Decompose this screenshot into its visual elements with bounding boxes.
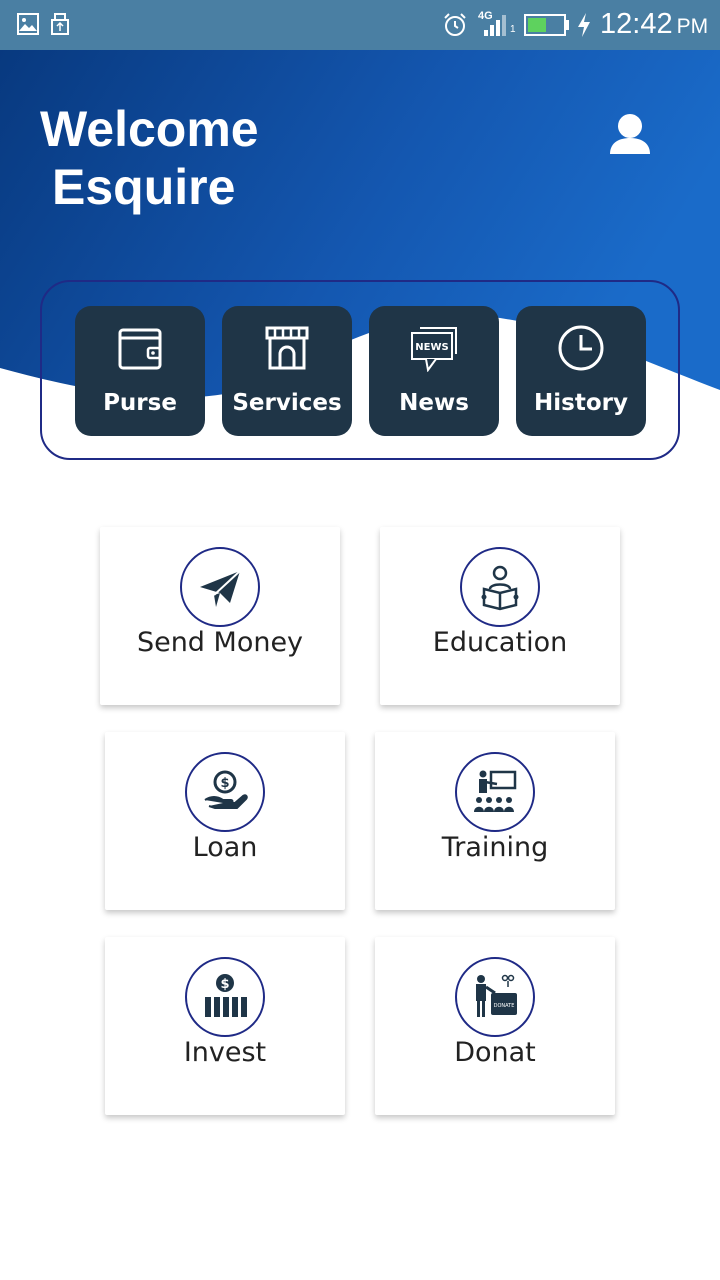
card-icon: [455, 752, 535, 832]
battery-icon: [524, 14, 570, 41]
clock-icon: [558, 325, 604, 371]
tile-label: History: [534, 390, 628, 416]
card-icon: [180, 547, 260, 627]
card-label: Training: [441, 832, 549, 863]
svg-text:$: $: [220, 977, 229, 992]
news-button[interactable]: NEWS News: [369, 306, 499, 436]
invest-card[interactable]: $ Invest: [105, 937, 345, 1115]
news-icon-text: NEWS: [415, 342, 448, 353]
education-card[interactable]: Education: [380, 527, 620, 705]
quick-actions-panel: Purse Services NEWS News History: [40, 280, 680, 460]
usb-icon: [50, 12, 70, 41]
signal-icon: [482, 12, 508, 43]
tile-label: News: [399, 390, 469, 416]
history-button[interactable]: History: [516, 306, 646, 436]
donate-card[interactable]: DONATE Donat: [375, 937, 615, 1115]
card-label: Donat: [454, 1037, 536, 1068]
paper-plane-icon: [200, 570, 241, 607]
card-label: Invest: [183, 1037, 267, 1068]
user-icon: [610, 114, 650, 154]
profile-button[interactable]: [602, 108, 658, 164]
alarm-icon: [442, 12, 468, 43]
welcome-line: Welcome: [40, 101, 259, 157]
training-card[interactable]: Training: [375, 732, 615, 910]
donate-icon: DONATE: [476, 974, 517, 1017]
username: Esquire: [52, 159, 236, 215]
store-icon: [265, 326, 309, 370]
sim-number: 1: [510, 24, 516, 35]
svg-text:$: $: [220, 776, 229, 791]
presentation-icon: [474, 770, 517, 812]
card-icon: $: [185, 957, 265, 1037]
donate-box-text: DONATE: [494, 1003, 515, 1009]
card-icon: DONATE: [455, 957, 535, 1037]
card-label: Loan: [192, 832, 258, 863]
tile-label: Services: [232, 390, 342, 416]
hand-coin-icon: $: [204, 770, 248, 809]
purse-button[interactable]: Purse: [75, 306, 205, 436]
clock: 12:42 PM: [600, 8, 709, 40]
news-icon: NEWS: [411, 327, 457, 372]
send-money-card[interactable]: Send Money: [100, 527, 340, 705]
tile-label: Purse: [103, 390, 177, 416]
invest-bars-icon: $: [205, 974, 247, 1017]
card-label: Send Money: [136, 627, 304, 658]
charging-icon: [576, 12, 592, 43]
card-label: Education: [432, 627, 568, 658]
card-icon: [460, 547, 540, 627]
card-icon: $: [185, 752, 265, 832]
wallet-icon: [118, 328, 162, 370]
gallery-icon: [16, 12, 40, 41]
status-bar: 4G 1 12:42 PM: [0, 0, 720, 50]
services-button[interactable]: Services: [222, 306, 352, 436]
loan-card[interactable]: $ Loan: [105, 732, 345, 910]
welcome-heading: Welcome Esquire: [40, 100, 259, 216]
student-reading-icon: [481, 565, 519, 611]
